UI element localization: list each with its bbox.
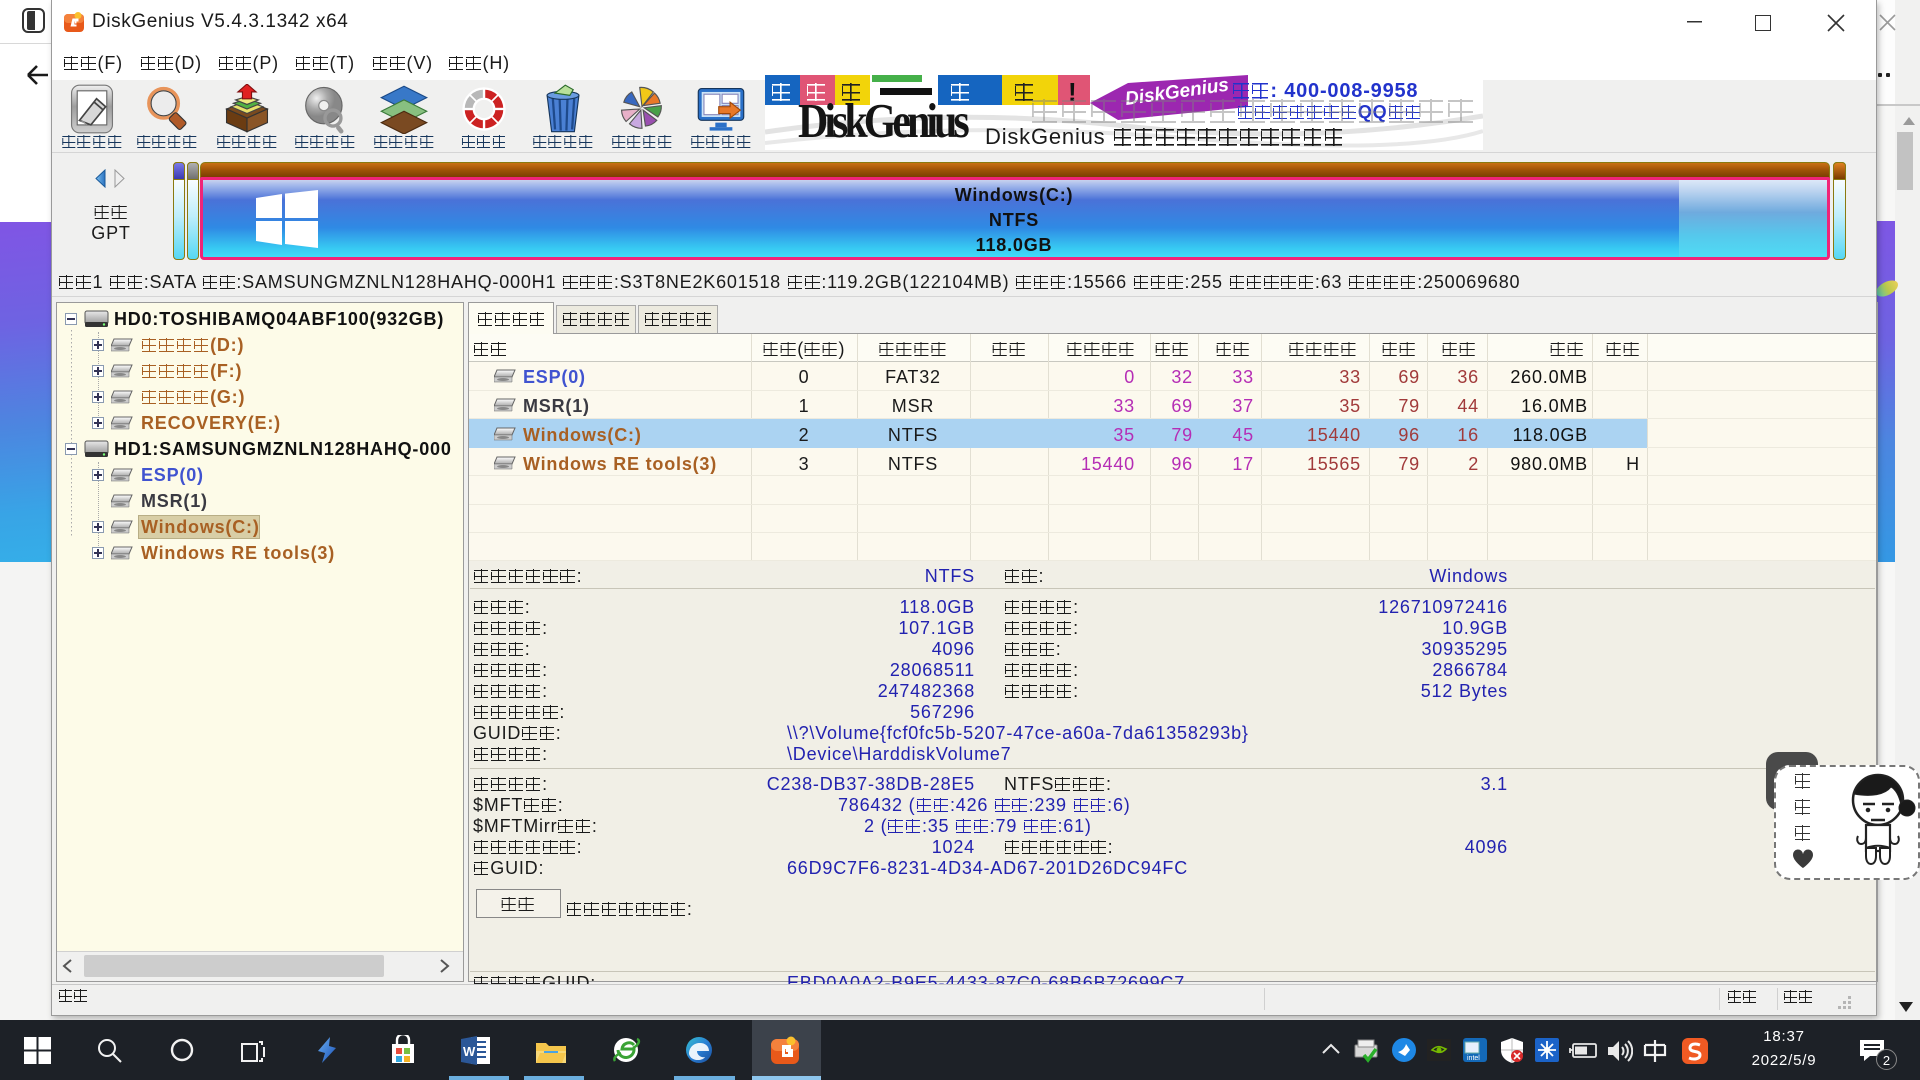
svg-text:intel: intel <box>1467 1055 1480 1062</box>
svg-text:W: W <box>463 1044 476 1059</box>
